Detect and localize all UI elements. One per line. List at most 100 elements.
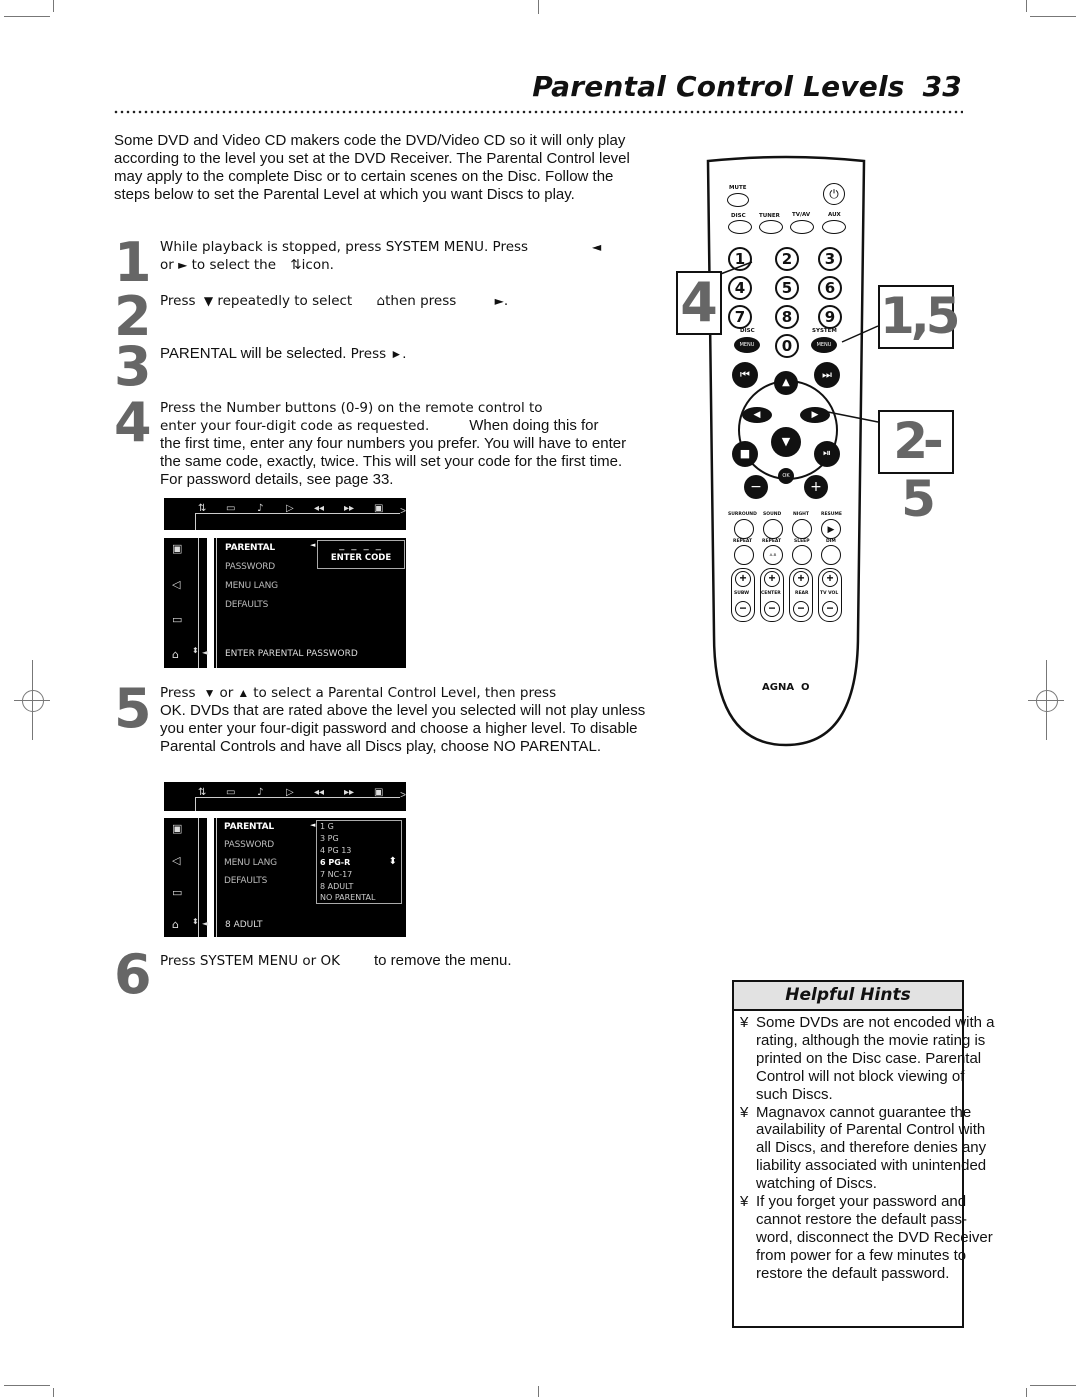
sleep-button[interactable]	[792, 545, 812, 565]
step-1-line2b: to select the	[191, 257, 277, 273]
disc-menu-button[interactable]: MENU	[734, 337, 760, 353]
level-option[interactable]: NO PARENTAL	[320, 893, 375, 902]
speaker-icon: ◁	[172, 578, 181, 591]
number-button-3[interactable]: 3	[818, 247, 842, 271]
number-button-0[interactable]: 0	[775, 334, 799, 358]
number-button-9[interactable]: 9	[818, 305, 842, 329]
osd-line	[195, 797, 196, 811]
step-1-line1: While playback is stopped, press SYSTEM …	[160, 239, 529, 255]
left-button[interactable]: ◀	[742, 407, 772, 423]
osd-line	[216, 818, 217, 937]
rear-plus-icon: +	[793, 571, 809, 587]
minus-button[interactable]: −	[744, 475, 768, 499]
level-option[interactable]: 7 NC-17	[320, 870, 352, 879]
osd-left-bar: ▣ ◁ ▭ ⌂ ⬍ ◄	[164, 538, 208, 668]
menu-item-menu-lang[interactable]: MENU LANG	[225, 581, 278, 591]
resume-button[interactable]: ▶	[821, 519, 841, 539]
updown-icon[interactable]: ⬍	[389, 856, 397, 867]
number-button-4[interactable]: 4	[728, 276, 752, 300]
repeat-button[interactable]	[734, 545, 754, 565]
mute-button[interactable]	[727, 193, 749, 207]
remote-control: MUTE ⏻ DISC TUNER TV/AV AUX 1 2 3 4 5 6 …	[702, 155, 870, 747]
stop-button[interactable]: ■	[732, 441, 758, 467]
title-text: Parental Control Levels	[532, 70, 905, 103]
tvav-button[interactable]	[790, 220, 814, 234]
tuner-button[interactable]	[759, 220, 783, 234]
callout-step-2-5: 2-5	[878, 410, 954, 528]
aux-button[interactable]	[822, 220, 846, 234]
hint-item: ¥ Some DVDs are not encoded with a rating…	[740, 1014, 996, 1104]
level-option-selected[interactable]: 6 PG-R	[320, 858, 350, 867]
intro-paragraph: Some DVD and Video CD makers code the DV…	[114, 132, 630, 203]
disc-button[interactable]	[728, 220, 752, 234]
number-button-6[interactable]: 6	[818, 276, 842, 300]
dim-button[interactable]	[821, 545, 841, 565]
step-3-text: PARENTAL will be selected. Press ►.	[160, 345, 620, 363]
repeat-ab-button[interactable]: A-B	[763, 545, 783, 565]
step-3-a: PARENTAL will be selected.	[160, 345, 347, 362]
step-3-b: Press	[350, 346, 387, 362]
step-4-line1: Press the Number buttons (0-9) on the re…	[160, 400, 543, 416]
night-button[interactable]	[792, 519, 812, 539]
system-menu-label: SYSTEM	[812, 328, 837, 334]
next-button[interactable]: ⏭	[814, 362, 840, 388]
language-icon: ▭	[172, 613, 183, 626]
number-button-1[interactable]: 1	[728, 247, 752, 271]
down-button[interactable]: ▼	[771, 427, 801, 457]
osd-line	[195, 513, 400, 514]
menu-item-defaults[interactable]: DEFAULTS	[224, 876, 267, 886]
level-option[interactable]: 4 PG 13	[320, 846, 351, 855]
menu-item-defaults[interactable]: DEFAULTS	[225, 600, 268, 610]
osd-main-panel: PARENTAL PASSWORD MENU LANG DEFAULTS ◄ _…	[214, 538, 406, 668]
system-menu-button[interactable]: MENU	[811, 337, 837, 353]
crop-mark	[53, 1388, 54, 1397]
menu-item-menu-lang[interactable]: MENU LANG	[224, 858, 277, 868]
menu-item-parental[interactable]: PARENTAL	[225, 543, 275, 553]
sound-button[interactable]	[763, 519, 783, 539]
crop-mark	[1030, 1385, 1076, 1386]
enter-code-box[interactable]: _ _ _ _ ENTER CODE	[317, 540, 405, 569]
play-pause-button[interactable]: ⏯	[814, 441, 840, 467]
plus-button[interactable]: +	[804, 475, 828, 499]
code-dashes: _ _ _ _	[339, 540, 383, 551]
menu-label: MENU	[816, 342, 832, 348]
number-button-8[interactable]: 8	[775, 305, 799, 329]
lock-icon: ⌂	[376, 293, 386, 309]
callout-step-4: 4	[676, 271, 722, 335]
level-option[interactable]: 3 PG	[320, 834, 339, 843]
tvvol-minus-icon: −	[822, 601, 838, 617]
chevron-right-icon: >	[400, 790, 406, 801]
registration-mark	[22, 690, 44, 712]
level-list[interactable]: 1 G 3 PG 4 PG 13 6 PG-R 7 NC-17 8 ADULT …	[316, 820, 402, 904]
dim-label: DIM	[826, 539, 836, 544]
chevron-right-icon: >	[400, 506, 406, 517]
right-arrow-icon: ►	[494, 294, 504, 308]
menu-item-password[interactable]: PASSWORD	[224, 840, 274, 850]
surround-button[interactable]	[734, 519, 754, 539]
picture-icon: ▣	[172, 822, 183, 835]
up-button[interactable]: ▲	[774, 371, 798, 395]
crop-mark	[4, 1385, 50, 1386]
menu-item-parental[interactable]: PARENTAL	[224, 822, 274, 832]
number-button-7[interactable]: 7	[728, 305, 752, 329]
previous-button[interactable]: ⏮	[732, 362, 758, 388]
callout-step-1-5: 1,5	[878, 285, 961, 349]
level-option[interactable]: 1 G	[320, 822, 334, 831]
number-button-5[interactable]: 5	[775, 276, 799, 300]
level-option[interactable]: 8 ADULT	[320, 882, 353, 891]
crop-mark	[538, 1386, 539, 1397]
menu-item-password[interactable]: PASSWORD	[225, 562, 275, 572]
right-button[interactable]: ▶	[800, 407, 830, 423]
registration-mark	[1036, 690, 1058, 712]
lock-icon: ⌂	[172, 918, 179, 931]
osd-menu-levels: ⇅ ▭ ♪ ▷ ◂◂ ▸▸ ▣ > ▣ ◁ ▭ ⌂ ⬍ ◄ PARENTAL P…	[164, 782, 406, 937]
right-arrow-icon: ►	[178, 258, 188, 272]
power-button[interactable]: ⏻	[823, 183, 845, 205]
step-4-rest: the first time, enter any four numbers y…	[160, 435, 627, 488]
hint-text: If you forget your password and cannot r…	[756, 1193, 993, 1282]
updown-icon: ⬍	[192, 646, 199, 655]
rear-label: REAR	[795, 591, 809, 596]
subw-plus-icon: +	[735, 571, 751, 587]
ok-button[interactable]: OK	[778, 468, 794, 484]
number-button-2[interactable]: 2	[775, 247, 799, 271]
